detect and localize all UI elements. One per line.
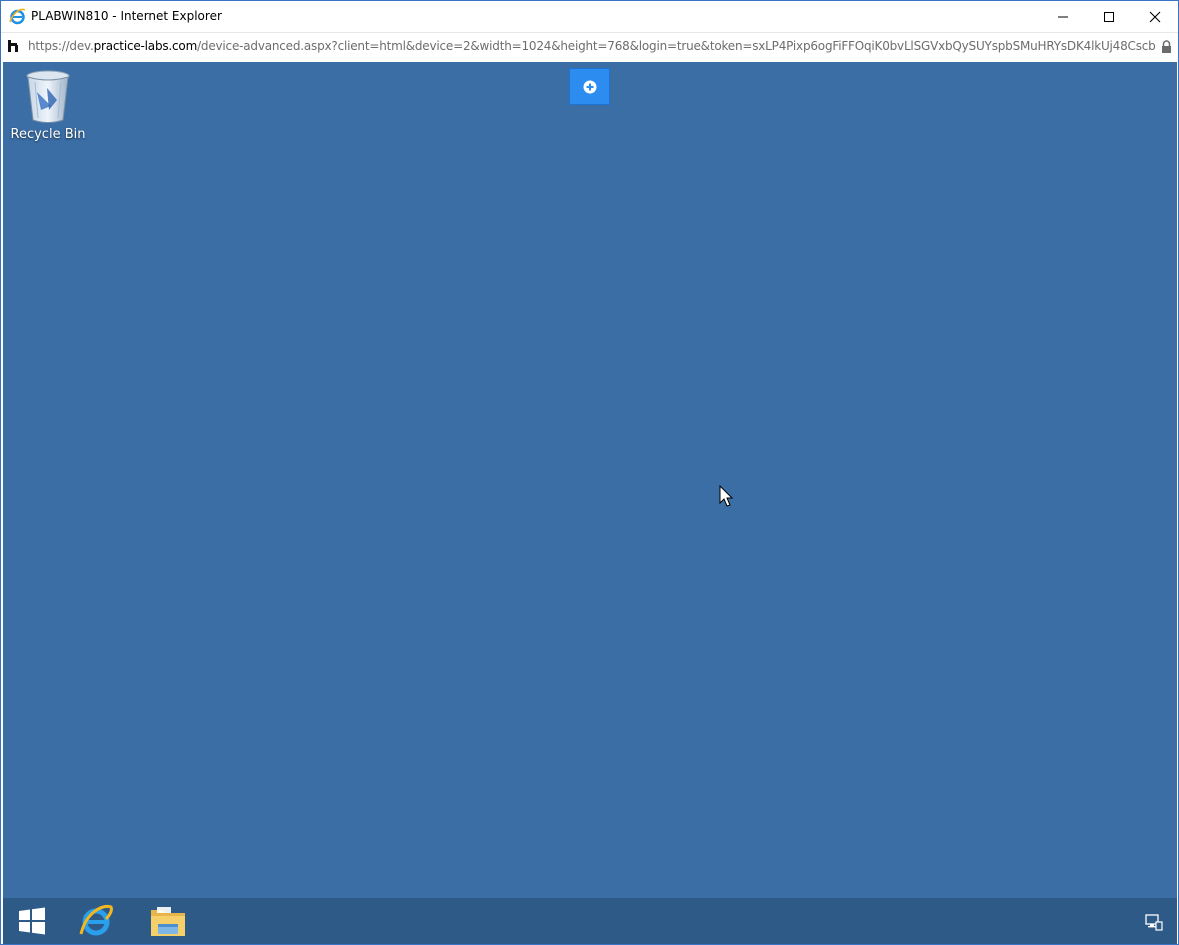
close-button[interactable] xyxy=(1132,1,1178,32)
url-text[interactable]: https://dev.practice-labs.com/device-adv… xyxy=(28,39,1156,53)
maximize-button[interactable] xyxy=(1086,1,1132,32)
title-bar[interactable]: PLABWIN810 - Internet Explorer xyxy=(1,1,1178,32)
url-domain: practice-labs.com xyxy=(93,39,198,53)
minimize-button[interactable] xyxy=(1040,1,1086,32)
folder-icon xyxy=(151,907,185,936)
url-prefix: https://dev. xyxy=(28,39,94,53)
taskbar-internet-explorer[interactable] xyxy=(68,898,124,944)
session-menu-button[interactable] xyxy=(569,68,610,105)
site-favicon-icon xyxy=(7,38,21,54)
network-icon[interactable] xyxy=(1145,913,1163,931)
internet-explorer-icon xyxy=(79,904,113,936)
taskbar-file-explorer[interactable] xyxy=(140,898,196,944)
mouse-pointer-icon xyxy=(719,485,734,507)
plus-circle-icon xyxy=(583,80,596,93)
recycle-bin-icon xyxy=(26,70,70,123)
close-icon xyxy=(1149,11,1161,22)
start-button[interactable] xyxy=(4,898,60,944)
windows-logo-icon xyxy=(19,907,45,935)
url-path: /device-advanced.aspx?client=html&device… xyxy=(197,39,1156,53)
desktop-icon-recycle-bin[interactable]: Recycle Bin xyxy=(9,70,87,150)
internet-explorer-icon xyxy=(9,8,26,25)
maximize-icon xyxy=(1104,11,1114,22)
taskbar xyxy=(3,898,1177,944)
window-title: PLABWIN810 - Internet Explorer xyxy=(31,9,222,23)
lock-icon[interactable] xyxy=(1161,40,1172,53)
ie-window: PLABWIN810 - Internet Explorer https://d… xyxy=(0,0,1179,945)
remote-desktop[interactable]: Recycle Bin xyxy=(3,62,1177,898)
recycle-bin-label: Recycle Bin xyxy=(10,127,86,142)
minimize-icon xyxy=(1058,16,1068,17)
address-bar[interactable]: https://dev.practice-labs.com/device-adv… xyxy=(1,32,1178,61)
